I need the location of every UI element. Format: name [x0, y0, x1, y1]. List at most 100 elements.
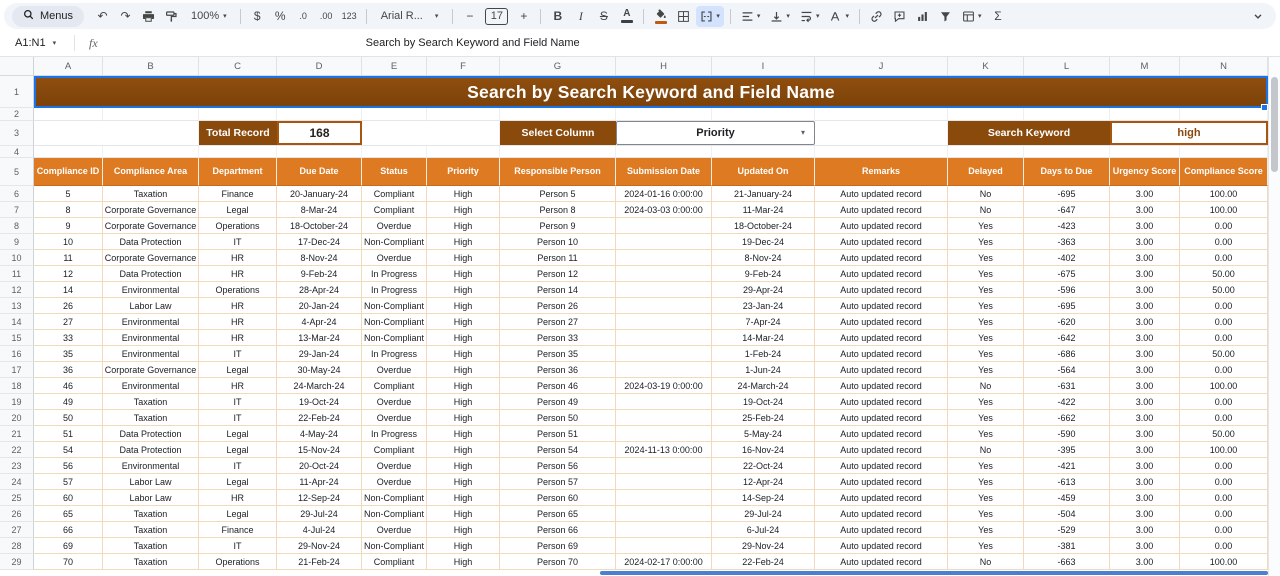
column-header[interactable]: L: [1024, 57, 1110, 75]
cell[interactable]: [616, 146, 712, 158]
cell[interactable]: [948, 146, 1024, 158]
cell[interactable]: Finance: [199, 186, 277, 202]
cell[interactable]: Person 12: [500, 266, 616, 282]
cell[interactable]: 1-Feb-24: [712, 346, 815, 362]
cell[interactable]: [616, 538, 712, 554]
cell[interactable]: Data Protection: [103, 266, 199, 282]
cell[interactable]: 3.00: [1110, 202, 1180, 218]
cell[interactable]: Yes: [948, 266, 1024, 282]
cell[interactable]: 23-Jan-24: [712, 298, 815, 314]
cell[interactable]: Auto updated record: [815, 554, 948, 570]
cell[interactable]: Yes: [948, 490, 1024, 506]
cell[interactable]: Person 50: [500, 410, 616, 426]
cell[interactable]: Auto updated record: [815, 410, 948, 426]
column-header[interactable]: I: [712, 57, 815, 75]
more-formats-button[interactable]: 123: [339, 6, 360, 27]
cell[interactable]: Legal: [199, 474, 277, 490]
row-header[interactable]: 17: [0, 362, 34, 378]
cell[interactable]: 3.00: [1110, 314, 1180, 330]
cell[interactable]: Non-Compliant: [362, 506, 427, 522]
cell[interactable]: High: [427, 538, 500, 554]
cell[interactable]: Person 49: [500, 394, 616, 410]
cell[interactable]: 8-Mar-24: [277, 202, 362, 218]
cell[interactable]: 3.00: [1110, 330, 1180, 346]
cell[interactable]: Auto updated record: [815, 458, 948, 474]
cell[interactable]: HR: [199, 250, 277, 266]
cell[interactable]: [199, 146, 277, 158]
cell[interactable]: 3.00: [1110, 378, 1180, 394]
cell[interactable]: No: [948, 554, 1024, 570]
cell[interactable]: 56: [34, 458, 103, 474]
decrease-decimal-button[interactable]: .0: [293, 6, 314, 27]
table-column-header[interactable]: Compliance ID: [34, 158, 103, 186]
cell[interactable]: 0.00: [1180, 410, 1268, 426]
cell[interactable]: IT: [199, 346, 277, 362]
cell[interactable]: IT: [199, 458, 277, 474]
cell[interactable]: 11-Apr-24: [277, 474, 362, 490]
cell[interactable]: [427, 146, 500, 158]
cell[interactable]: High: [427, 474, 500, 490]
text-rotation-button[interactable]: ▾: [825, 6, 853, 27]
row-header[interactable]: 10: [0, 250, 34, 266]
merge-cells-button[interactable]: ▾: [696, 5, 724, 27]
italic-button[interactable]: I: [570, 6, 591, 27]
column-header[interactable]: E: [362, 57, 427, 75]
cell[interactable]: [616, 266, 712, 282]
cell[interactable]: -631: [1024, 378, 1110, 394]
cell[interactable]: 24-March-24: [277, 378, 362, 394]
cell[interactable]: High: [427, 410, 500, 426]
cell[interactable]: 8: [34, 202, 103, 218]
cell[interactable]: 0.00: [1180, 394, 1268, 410]
row-header[interactable]: 25: [0, 490, 34, 506]
cell[interactable]: Auto updated record: [815, 218, 948, 234]
cell[interactable]: 27: [34, 314, 103, 330]
cell[interactable]: [616, 346, 712, 362]
cell[interactable]: 13-Mar-24: [277, 330, 362, 346]
table-column-header[interactable]: Submission Date: [616, 158, 712, 186]
cell[interactable]: High: [427, 234, 500, 250]
row-header[interactable]: 19: [0, 394, 34, 410]
cell[interactable]: 0.00: [1180, 250, 1268, 266]
cell[interactable]: 3.00: [1110, 250, 1180, 266]
cell[interactable]: 5-May-24: [712, 426, 815, 442]
cell[interactable]: 2024-11-13 0:00:00: [616, 442, 712, 458]
cell[interactable]: Person 27: [500, 314, 616, 330]
cell[interactable]: Corporate Governance: [103, 362, 199, 378]
table-column-header[interactable]: Priority: [427, 158, 500, 186]
cell[interactable]: -529: [1024, 522, 1110, 538]
row-header[interactable]: 13: [0, 298, 34, 314]
undo-button[interactable]: ↶: [92, 6, 113, 27]
cell[interactable]: Person 10: [500, 234, 616, 250]
row-header[interactable]: 24: [0, 474, 34, 490]
cell[interactable]: 36: [34, 362, 103, 378]
row-header[interactable]: 5: [0, 158, 34, 186]
cell[interactable]: Auto updated record: [815, 330, 948, 346]
cell[interactable]: [712, 108, 815, 121]
cell[interactable]: Person 33: [500, 330, 616, 346]
cell[interactable]: 3.00: [1110, 490, 1180, 506]
cell[interactable]: [616, 250, 712, 266]
cell[interactable]: 25-Feb-24: [712, 410, 815, 426]
spacer-cell[interactable]: [815, 121, 948, 145]
cell[interactable]: Yes: [948, 362, 1024, 378]
cell[interactable]: 2024-01-16 0:00:00: [616, 186, 712, 202]
cell[interactable]: High: [427, 378, 500, 394]
row-header[interactable]: 4: [0, 146, 34, 158]
column-header[interactable]: N: [1180, 57, 1268, 75]
cell[interactable]: -662: [1024, 410, 1110, 426]
cell[interactable]: Person 60: [500, 490, 616, 506]
cell[interactable]: No: [948, 202, 1024, 218]
cell[interactable]: 15-Nov-24: [277, 442, 362, 458]
cell[interactable]: Taxation: [103, 554, 199, 570]
cell[interactable]: Non-Compliant: [362, 314, 427, 330]
cell[interactable]: [616, 426, 712, 442]
row-header[interactable]: 1: [0, 76, 34, 108]
cell[interactable]: [616, 108, 712, 121]
row-header[interactable]: 3: [0, 121, 34, 146]
cell[interactable]: 22-Oct-24: [712, 458, 815, 474]
cell[interactable]: [616, 314, 712, 330]
cell[interactable]: 12-Apr-24: [712, 474, 815, 490]
cell[interactable]: Labor Law: [103, 490, 199, 506]
cell[interactable]: 0.00: [1180, 458, 1268, 474]
row-header[interactable]: 26: [0, 506, 34, 522]
